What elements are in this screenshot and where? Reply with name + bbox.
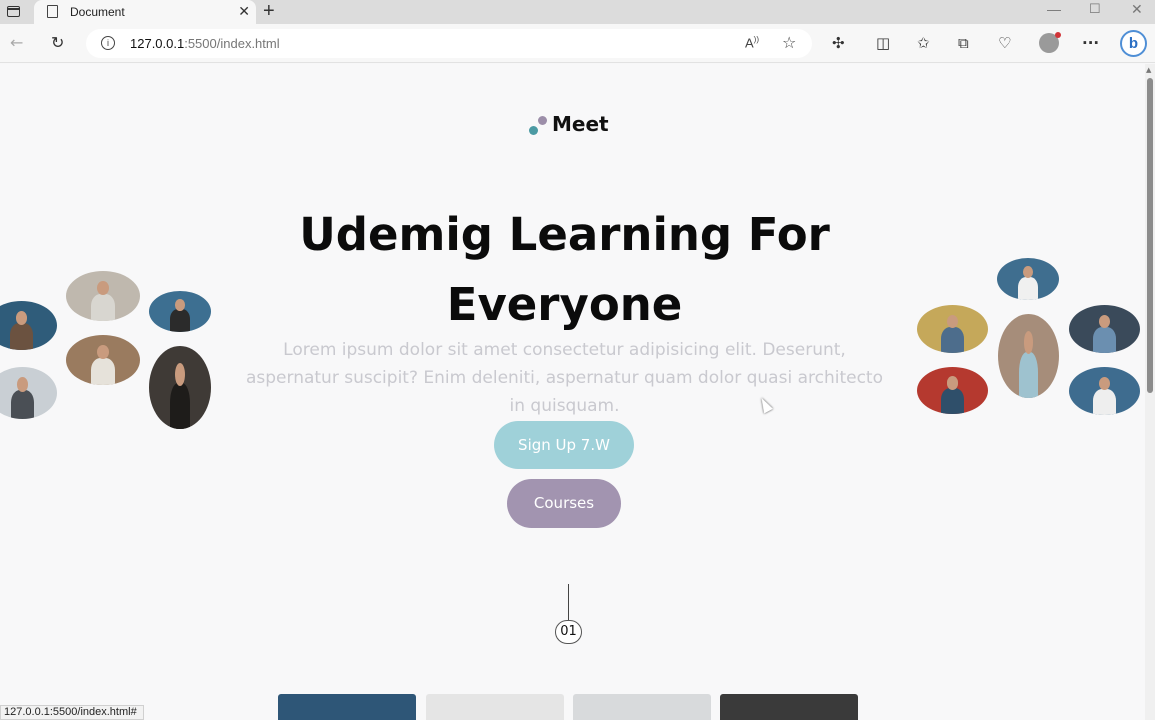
url-field[interactable]: i 127.0.0.1:5500/index.html A)) ☆ — [86, 29, 812, 58]
read-aloud-icon[interactable]: A)) — [745, 35, 759, 50]
tab-actions-icon[interactable] — [7, 6, 20, 17]
photo-man-glasses — [917, 305, 988, 353]
step-number-badge: 01 — [555, 620, 582, 644]
logo-dot-purple — [538, 116, 547, 125]
logo-dot-teal — [529, 126, 538, 135]
more-menu-icon[interactable]: ··· — [1082, 34, 1099, 52]
course-card-4[interactable] — [720, 694, 858, 720]
favorites-icon[interactable]: ✩ — [917, 34, 930, 52]
photo-man-sunglasses — [1069, 367, 1140, 415]
favorite-star-icon[interactable]: ☆ — [782, 33, 796, 52]
tab-title: Document — [70, 5, 125, 19]
photo-man-backpack — [0, 367, 57, 419]
photo-woman-colorful — [917, 367, 988, 414]
tab-strip: Document ✕ + — ☐ ✕ — [0, 0, 1155, 24]
browser-essentials-icon[interactable]: ♡ — [998, 34, 1011, 52]
photo-man-desk — [66, 335, 140, 385]
course-card-1[interactable] — [278, 694, 416, 720]
photo-woman-wall — [998, 314, 1059, 398]
bing-copilot-icon[interactable]: b — [1120, 30, 1147, 57]
photo-woman-sitting — [149, 346, 211, 429]
step-divider-line — [568, 584, 569, 622]
collections-icon[interactable]: ⧉ — [958, 34, 969, 52]
refresh-icon[interactable]: ↻ — [51, 33, 64, 52]
split-screen-icon[interactable]: ◫ — [876, 34, 890, 52]
hero-subtitle: Lorem ipsum dolor sit amet consectetur a… — [245, 340, 883, 416]
photo-woman-reading — [0, 301, 57, 350]
scrollbar-thumb[interactable] — [1147, 78, 1153, 393]
course-card-3[interactable] — [573, 694, 711, 720]
scroll-up-arrow-icon[interactable]: ▲ — [1146, 66, 1151, 74]
photo-man-shirt — [1069, 305, 1140, 353]
close-tab-icon[interactable]: ✕ — [238, 3, 250, 20]
sign-up-button[interactable]: Sign Up 7.W — [494, 421, 634, 469]
photo-bearded-man — [149, 291, 211, 332]
tab-document[interactable]: Document ✕ — [34, 0, 256, 24]
page-icon — [47, 5, 58, 18]
close-window-icon[interactable]: ✕ — [1131, 1, 1143, 18]
logo-text: Meet — [552, 112, 609, 136]
minimize-icon[interactable]: — — [1047, 1, 1061, 17]
courses-button[interactable]: Courses — [507, 479, 621, 528]
course-card-2[interactable] — [426, 694, 564, 720]
new-tab-button[interactable]: + — [263, 0, 275, 23]
back-icon[interactable]: ← — [10, 33, 23, 52]
vertical-scrollbar[interactable]: ▲ — [1145, 64, 1155, 720]
extensions-icon[interactable]: ✣ — [832, 34, 845, 52]
web-page: Meet Udemig Learning For Everyone Lorem … — [0, 64, 1145, 720]
status-bar-link: 127.0.0.1:5500/index.html# — [0, 705, 144, 720]
profile-avatar[interactable] — [1039, 32, 1061, 53]
address-bar-row: ← ↻ i 127.0.0.1:5500/index.html A)) ☆ ✣ … — [0, 24, 1155, 63]
hero-title: Udemig Learning For Everyone — [299, 208, 830, 331]
info-icon[interactable]: i — [101, 36, 115, 50]
url-text[interactable]: 127.0.0.1:5500/index.html — [130, 36, 280, 51]
maximize-icon[interactable]: ☐ — [1089, 1, 1101, 17]
photo-man-pointing — [997, 258, 1059, 300]
photo-man-laptop — [66, 271, 140, 321]
